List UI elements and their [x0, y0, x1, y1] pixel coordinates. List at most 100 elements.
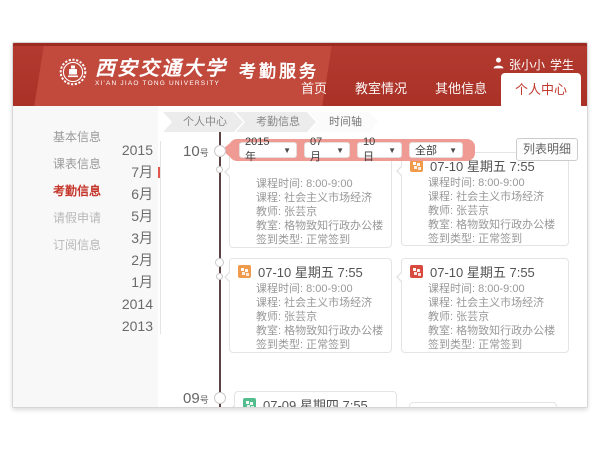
- card-notch: [396, 165, 402, 177]
- timeline-period-list: 2015 7月 6月 5月 3月 2月 1月 2014 2013: [105, 139, 153, 337]
- card-line: 教室: 格物致知行政办公楼: [428, 218, 558, 232]
- card-line: 签到类型: 正常签到: [256, 233, 381, 247]
- card-line: 课程时间: 8:00-9:00: [256, 282, 381, 296]
- selected-period-tick-icon: [158, 167, 160, 178]
- app-window: 西安交通大学 XI'AN JIAO TONG UNIVERSITY 考勤服务 张…: [12, 42, 588, 408]
- card-line: 教师: 张芸京: [256, 205, 381, 219]
- list-detail-button[interactable]: 列表明细: [516, 138, 578, 161]
- card-notch: [224, 271, 230, 283]
- attendance-card[interactable]: 课程时间: 8:00-9:00 课程: 社会主义市场经济 教师: 张芸京 教室:…: [229, 153, 392, 248]
- card-title: 07-09 星期四 7:55: [263, 395, 368, 408]
- chevron-down-icon: ▼: [388, 146, 396, 155]
- card-line: 课程时间: 8:00-9:00: [428, 176, 558, 190]
- university-name: 西安交通大学 XI'AN JIAO TONG UNIVERSITY: [95, 57, 227, 87]
- card-line: 课程: 社会主义市场经济: [256, 191, 381, 205]
- university-name-cn: 西安交通大学: [95, 57, 227, 79]
- period-june[interactable]: 6月: [105, 183, 153, 205]
- breadcrumb-attendance-info[interactable]: 考勤信息: [236, 112, 316, 132]
- period-february[interactable]: 2月: [105, 249, 153, 271]
- card-line: 课程: 社会主义市场经济: [256, 296, 381, 310]
- nav-item-classrooms[interactable]: 教室情况: [341, 72, 421, 106]
- card-notch: [224, 166, 230, 178]
- period-2014[interactable]: 2014: [105, 293, 153, 315]
- period-2015[interactable]: 2015: [105, 139, 153, 161]
- month-select[interactable]: 07月 ▼: [304, 142, 350, 158]
- attendance-card[interactable]: 07-10 星期五 7:55 课程时间: 8:00-9:00 课程: 社会主义市…: [401, 258, 569, 353]
- card-line: 课程: 社会主义市场经济: [428, 190, 558, 204]
- page: 西安交通大学 XI'AN JIAO TONG UNIVERSITY 考勤服务 张…: [0, 0, 600, 450]
- card-line: 教师: 张芸京: [428, 204, 558, 218]
- card-notch: [229, 404, 235, 408]
- timeline-node: [214, 392, 226, 404]
- period-may[interactable]: 5月: [105, 205, 153, 227]
- day-select-value: 10日: [363, 136, 384, 164]
- app-header: 西安交通大学 XI'AN JIAO TONG UNIVERSITY 考勤服务 张…: [13, 43, 587, 106]
- period-2013[interactable]: 2013: [105, 315, 153, 337]
- timeline-node: [216, 273, 223, 280]
- timeline-node: [215, 258, 224, 267]
- app-body: 基本信息 课表信息 考勤信息 请假申请 订阅信息 个人中心 考勤信息 时间轴 2…: [13, 106, 587, 408]
- green-stamp-icon: [243, 398, 256, 408]
- period-divider: [160, 141, 161, 334]
- day-suffix: 号: [200, 395, 209, 405]
- timeline-node: [216, 166, 223, 173]
- red-stamp-icon: [410, 265, 423, 278]
- day-marker-09: 09号: [183, 390, 209, 407]
- main-nav: 首页 教室情况 其他信息 个人中心: [287, 72, 581, 106]
- breadcrumb-timeline[interactable]: 时间轴: [309, 112, 378, 132]
- card-line: 教室: 格物致知行政办公楼: [256, 324, 381, 338]
- timeline-node: [214, 145, 226, 157]
- card-line: 签到类型: 正常签到: [428, 338, 558, 352]
- chevron-down-icon: ▼: [283, 146, 291, 155]
- university-logo-icon: [59, 58, 87, 86]
- year-select-value: 2015年: [245, 136, 279, 164]
- card-notch: [396, 271, 402, 283]
- attendance-card[interactable]: 07-10 星期五 7:55 课程时间: 8:00-9:00 课程: 社会主义市…: [229, 258, 392, 353]
- attendance-card[interactable]: 07-09 星期四 7:55: [234, 391, 397, 408]
- year-select[interactable]: 2015年 ▼: [239, 142, 297, 158]
- period-july-selected[interactable]: 7月: [105, 161, 153, 183]
- card-header: 07-09 星期四 7:55: [243, 397, 386, 408]
- card-line: 签到类型: 正常签到: [256, 338, 381, 352]
- breadcrumb-personal-center[interactable]: 个人中心: [163, 112, 243, 132]
- orange-stamp-icon: [238, 265, 251, 278]
- user-info[interactable]: 张小小 学生: [493, 56, 574, 73]
- card-line: 课程时间: 8:00-9:00: [428, 282, 558, 296]
- card-line: 教室: 格物致知行政办公楼: [256, 219, 381, 233]
- card-header: 07-10 星期五 7:55: [410, 264, 558, 279]
- card-placeholder: [409, 402, 557, 408]
- timeline-node: [216, 407, 223, 408]
- chevron-down-icon: ▼: [449, 146, 457, 155]
- card-line: 课程: 社会主义市场经济: [428, 296, 558, 310]
- attendance-card[interactable]: 07-10 星期五 7:55 课程时间: 8:00-9:00 课程: 社会主义市…: [401, 152, 569, 246]
- type-select-value: 全部: [415, 142, 437, 158]
- university-brand: 西安交通大学 XI'AN JIAO TONG UNIVERSITY 考勤服务: [59, 57, 319, 87]
- chevron-down-icon: ▼: [336, 146, 344, 155]
- nav-item-home[interactable]: 首页: [287, 72, 341, 106]
- card-title: 07-10 星期五 7:55: [430, 262, 535, 281]
- nav-item-personal-center[interactable]: 个人中心: [501, 73, 581, 106]
- card-line: 签到类型: 正常签到: [428, 232, 558, 246]
- filter-bar: 2015年 ▼ 07月 ▼ 10日 ▼ 全部 ▼: [229, 139, 475, 161]
- period-january[interactable]: 1月: [105, 271, 153, 293]
- user-role: 学生: [550, 56, 574, 73]
- card-line: 教室: 格物致知行政办公楼: [428, 324, 558, 338]
- day-select[interactable]: 10日 ▼: [357, 142, 402, 158]
- month-select-value: 07月: [310, 136, 332, 164]
- breadcrumb: 个人中心 考勤信息 时间轴: [163, 112, 378, 132]
- day-number: 09: [183, 390, 200, 407]
- period-label: 7月: [131, 164, 153, 180]
- card-title: 07-10 星期五 7:55: [258, 262, 363, 281]
- type-select[interactable]: 全部 ▼: [409, 142, 463, 158]
- day-suffix: 号: [200, 148, 209, 158]
- user-name: 张小小: [509, 56, 545, 73]
- nav-item-other-info[interactable]: 其他信息: [421, 72, 501, 106]
- day-marker-10: 10号: [183, 143, 209, 160]
- day-number: 10: [183, 143, 200, 160]
- university-name-en: XI'AN JIAO TONG UNIVERSITY: [95, 80, 227, 87]
- card-line: 课程时间: 8:00-9:00: [256, 177, 381, 191]
- card-line: 教师: 张芸京: [256, 310, 381, 324]
- card-line: 教师: 张芸京: [428, 310, 558, 324]
- user-icon: [493, 57, 504, 72]
- period-march[interactable]: 3月: [105, 227, 153, 249]
